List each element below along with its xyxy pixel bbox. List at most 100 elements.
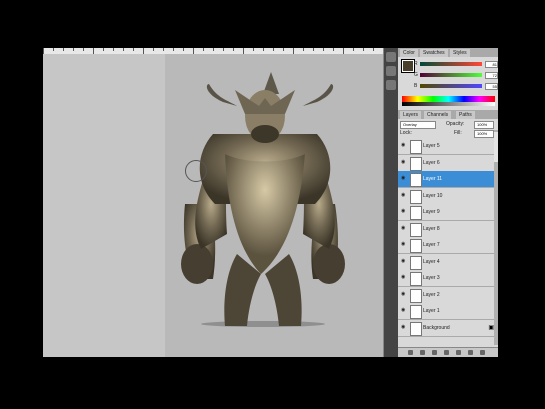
- layer-row[interactable]: ◉ Layer 8: [398, 220, 498, 238]
- trash-icon[interactable]: [480, 350, 485, 355]
- visibility-eye-icon[interactable]: ◉: [401, 143, 406, 148]
- ruler-tick: [333, 48, 334, 51]
- layer-style-icon[interactable]: [420, 350, 425, 355]
- visibility-eye-icon[interactable]: ◉: [401, 258, 406, 264]
- layers-footer: [398, 347, 498, 357]
- channel-b-label: B: [414, 83, 418, 89]
- link-layers-icon[interactable]: [408, 350, 413, 355]
- visibility-eye-icon[interactable]: ◉: [401, 225, 406, 231]
- tab-paths[interactable]: Paths: [456, 111, 475, 119]
- visibility-eye-icon[interactable]: ◉: [401, 324, 406, 330]
- visibility-eye-icon[interactable]: ◉: [401, 159, 406, 165]
- layer-thumbnail: [410, 321, 422, 336]
- visibility-eye-icon[interactable]: ◉: [401, 176, 406, 181]
- tab-layers[interactable]: Layers: [400, 111, 422, 119]
- layer-thumbnail: [410, 156, 422, 171]
- layers-scrollbar[interactable]: [494, 130, 498, 345]
- layers-panel: Layers Channels Paths Overlay Opacity: 1…: [398, 110, 498, 357]
- ruler-tick: [103, 48, 104, 51]
- channel-r-value[interactable]: 81: [485, 61, 498, 68]
- layers-scrollbar-thumb[interactable]: [494, 132, 498, 162]
- layer-name[interactable]: Layer 10: [423, 192, 442, 200]
- layer-row[interactable]: ◉ Layer 3: [398, 270, 498, 287]
- ruler-tick: [173, 48, 174, 51]
- channel-b-value[interactable]: 55: [485, 83, 498, 90]
- add-mask-icon[interactable]: [432, 350, 437, 355]
- layer-name[interactable]: Layer 11: [423, 175, 442, 183]
- ruler-tick: [323, 48, 324, 51]
- tab-color[interactable]: Color: [400, 49, 418, 57]
- ruler-tick: [83, 48, 84, 51]
- layer-row[interactable]: ◉ Layer 9: [398, 204, 498, 221]
- foreground-color-swatch[interactable]: [401, 59, 415, 73]
- ruler-tick: [313, 48, 314, 51]
- move-tool-icon[interactable]: [386, 52, 396, 62]
- layer-name[interactable]: Layer 1: [423, 307, 440, 315]
- color-panel: Color Swatches Styles R 81 G 72 B 55: [398, 48, 498, 111]
- eyedropper-tool-icon[interactable]: [386, 80, 396, 90]
- ruler-tick: [373, 48, 374, 51]
- tools-strip: [384, 48, 398, 357]
- layer-row[interactable]: ◉ Layer 1: [398, 303, 498, 320]
- layer-row[interactable]: ◉ Layer 2: [398, 286, 498, 304]
- tab-styles[interactable]: Styles: [450, 49, 470, 57]
- brush-tool-icon[interactable]: [386, 66, 396, 76]
- visibility-eye-icon[interactable]: ◉: [401, 308, 406, 313]
- channel-g-value[interactable]: 72: [485, 72, 498, 79]
- new-layer-icon[interactable]: [468, 350, 473, 355]
- opacity-input[interactable]: 100%: [474, 121, 494, 129]
- layer-row[interactable]: ◉ Layer 11: [398, 171, 498, 188]
- tab-channels[interactable]: Channels: [424, 111, 452, 119]
- layer-name[interactable]: Layer 8: [423, 225, 440, 233]
- tab-swatches[interactable]: Swatches: [420, 49, 448, 57]
- layer-row[interactable]: ◉ Layer 10: [398, 187, 498, 205]
- lock-label: Lock:: [400, 130, 412, 136]
- visibility-eye-icon[interactable]: ◉: [401, 275, 406, 280]
- layer-row[interactable]: ◉ Layer 7: [398, 237, 498, 254]
- ruler-tick: [183, 48, 184, 51]
- ruler-tick: [233, 48, 234, 51]
- layer-name[interactable]: Layer 2: [423, 291, 440, 299]
- ruler-tick: [253, 48, 254, 51]
- adjustment-layer-icon[interactable]: [444, 350, 449, 355]
- channel-r-label: R: [414, 61, 418, 67]
- fill-label: Fill:: [454, 130, 462, 136]
- ruler-tick: [223, 48, 224, 51]
- layer-name[interactable]: Layer 5: [423, 142, 440, 150]
- visibility-eye-icon[interactable]: ◉: [401, 291, 406, 297]
- layers-panel-tabs: Layers Channels Paths: [398, 110, 498, 119]
- layer-name[interactable]: Layer 3: [423, 274, 440, 282]
- ruler-tick: [73, 48, 74, 51]
- layer-name[interactable]: Background: [423, 324, 450, 332]
- creature-painting: [181, 72, 345, 327]
- document-canvas[interactable]: [165, 54, 383, 357]
- blend-mode-select[interactable]: Overlay: [400, 121, 436, 129]
- ruler-tick: [273, 48, 274, 51]
- channel-r-slider[interactable]: [420, 62, 482, 66]
- layer-name[interactable]: Layer 6: [423, 159, 440, 167]
- layer-name[interactable]: Layer 4: [423, 258, 440, 266]
- layer-name[interactable]: Layer 7: [423, 241, 440, 249]
- new-group-icon[interactable]: [456, 350, 461, 355]
- channel-b-slider[interactable]: [420, 84, 482, 88]
- layer-row[interactable]: ◉ Layer 5: [398, 138, 498, 155]
- layer-row[interactable]: ◉ Layer 6: [398, 154, 498, 172]
- layer-thumbnail: [410, 222, 422, 237]
- layer-row[interactable]: ◉ Background ▣: [398, 319, 498, 337]
- ruler-tick: [113, 48, 114, 51]
- channel-g-slider[interactable]: [420, 73, 482, 77]
- ruler-tick: [133, 48, 134, 51]
- layer-thumbnail: [410, 288, 422, 303]
- ruler-tick: [213, 48, 214, 51]
- layer-thumbnail: [410, 206, 422, 220]
- fill-input[interactable]: 100%: [474, 130, 494, 138]
- visibility-eye-icon[interactable]: ◉: [401, 242, 406, 247]
- visibility-eye-icon[interactable]: ◉: [401, 192, 406, 198]
- ruler-tick: [303, 48, 304, 51]
- pasteboard: [43, 54, 165, 357]
- color-spectrum-ramp[interactable]: [402, 96, 495, 106]
- ruler-tick: [263, 48, 264, 51]
- layer-row[interactable]: ◉ Layer 4: [398, 253, 498, 271]
- layer-name[interactable]: Layer 9: [423, 208, 440, 216]
- visibility-eye-icon[interactable]: ◉: [401, 209, 406, 214]
